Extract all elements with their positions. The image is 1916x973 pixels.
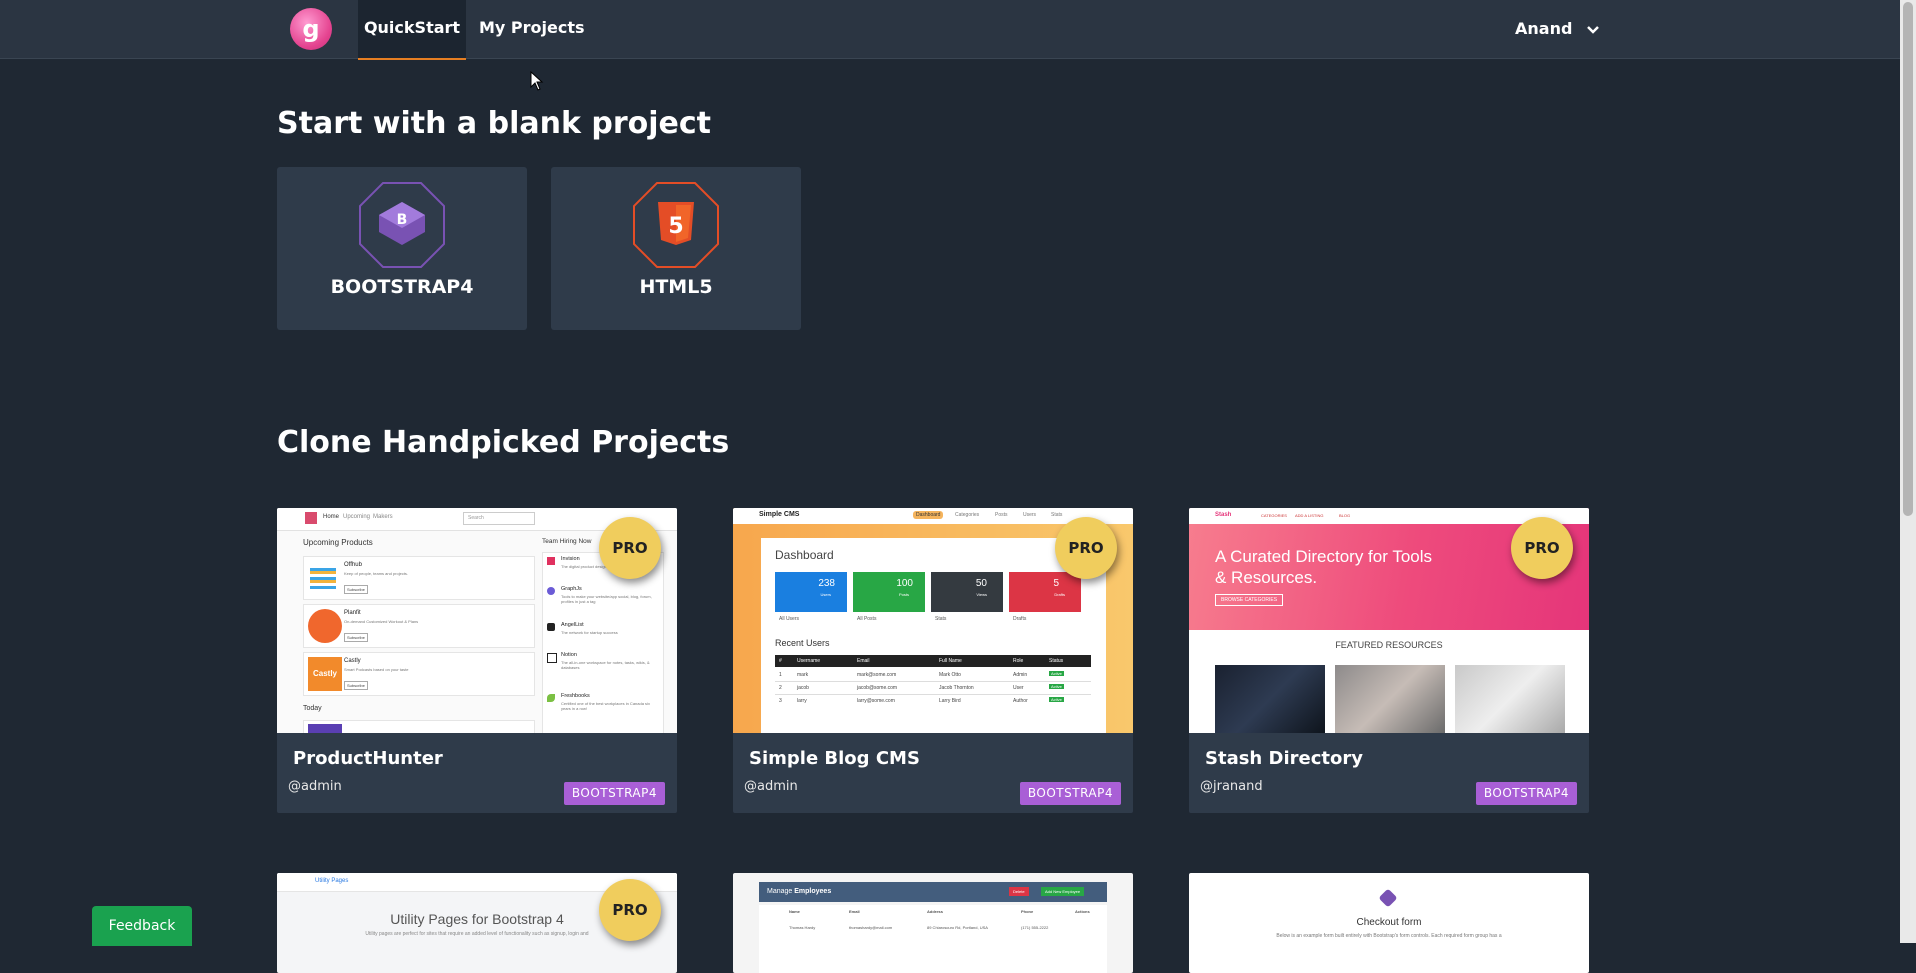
ph-heading: Upcoming Products — [303, 538, 373, 547]
ph-side-heading: Team Hiring Now — [542, 538, 592, 545]
framework-tag[interactable]: BOOTSTRAP4 — [1019, 782, 1121, 805]
pro-badge: PRO — [1055, 517, 1117, 579]
ph-item: Offhub Keep of people, teams and project… — [303, 556, 535, 600]
project-card-stash-directory[interactable]: Stash CATEGORIES ADD A LISTING BLOG A Cu… — [1189, 508, 1589, 813]
starter-bootstrap4[interactable]: B BOOTSTRAP4 — [277, 167, 527, 330]
svg-text:B: B — [397, 212, 408, 228]
pro-badge: PRO — [1511, 517, 1573, 579]
blank-project-heading: Start with a blank project — [277, 106, 711, 141]
stash-image — [1335, 665, 1445, 733]
bootstrap-icon: B — [359, 182, 445, 268]
starter-label: HTML5 — [639, 276, 713, 298]
ph-item-logo — [308, 609, 342, 643]
project-title: Stash Directory — [1205, 748, 1363, 769]
pro-badge: PRO — [599, 879, 661, 941]
stash-featured: FEATURED RESOURCES — [1335, 640, 1443, 650]
user-menu[interactable]: Anand — [1515, 0, 1600, 58]
ph-item: Planfit On-demand Customized Workout & P… — [303, 604, 535, 648]
ph-item: Castly Castly Smart Podcasts based on yo… — [303, 652, 535, 696]
user-name: Anand — [1515, 19, 1573, 38]
stash-image — [1215, 665, 1325, 733]
nav-quickstart[interactable]: QuickStart — [358, 0, 466, 60]
project-title: Simple Blog CMS — [749, 748, 920, 769]
pro-badge: PRO — [599, 517, 661, 579]
ph-nav-makers: Makers — [373, 514, 393, 520]
project-author[interactable]: @jranand — [1200, 779, 1263, 794]
project-card-producthunter[interactable]: Home Upcoming Makers Search Upcoming Pro… — [277, 508, 677, 813]
employees-header: Manage Employees Delete Add New Employee — [759, 882, 1107, 902]
ph-nav-upcoming: Upcoming — [343, 514, 371, 520]
utility-desc: Utility pages are perfect for sites that… — [365, 931, 589, 937]
stash-browse-button: BROWSE CATEGORIES — [1215, 594, 1284, 606]
cms-panel: Dashboard 238 Users 100 Posts 50 Views 5… — [761, 538, 1106, 733]
checkout-title: Checkout form — [1356, 917, 1422, 928]
project-author[interactable]: @admin — [288, 779, 342, 794]
ph-item-logo — [310, 565, 336, 589]
project-card-utility-pages[interactable]: Utility Pages Utility Pages for Bootstra… — [277, 873, 677, 973]
mouse-cursor-icon — [530, 71, 544, 91]
feedback-button[interactable]: Feedback — [92, 906, 192, 946]
ph-item — [303, 720, 535, 733]
page-scrollbar[interactable] — [1900, 0, 1916, 943]
clone-projects-heading: Clone Handpicked Projects — [277, 425, 730, 460]
logo-letter: g — [302, 15, 320, 43]
ph-item-logo: Castly — [308, 657, 342, 691]
starter-label: BOOTSTRAP4 — [330, 276, 474, 298]
framework-tag[interactable]: BOOTSTRAP4 — [563, 782, 665, 805]
ph-hiring-list: Invision The digital product design plat… — [542, 552, 664, 733]
ph-search: Search — [463, 512, 535, 525]
ph-logo — [305, 512, 317, 524]
employees-table: Name Email Address Phone Actions Thomas … — [759, 905, 1107, 973]
ph-nav-home: Home — [323, 514, 340, 520]
project-title: ProductHunter — [293, 748, 443, 769]
stash-hero-title: A Curated Directory for Tools & Resource… — [1215, 547, 1432, 587]
project-card-checkout-form[interactable]: Checkout form Below is an example form b… — [1189, 873, 1589, 973]
project-card-simple-blog-cms[interactable]: Simple CMS Dashboard Categories Posts Us… — [733, 508, 1133, 813]
top-navbar: g QuickStart My Projects Anand — [0, 0, 1900, 60]
project-card-manage-employees[interactable]: Manage Employees Delete Add New Employee… — [733, 873, 1133, 973]
ph-today: Today — [303, 705, 322, 712]
svg-text:5: 5 — [668, 214, 683, 239]
scrollbar-thumb[interactable] — [1903, 2, 1913, 516]
nav-my-projects[interactable]: My Projects — [479, 0, 585, 58]
checkout-logo — [1378, 888, 1398, 908]
stash-image — [1455, 665, 1565, 733]
brand-logo[interactable]: g — [290, 8, 332, 50]
starter-html5[interactable]: 5 HTML5 — [551, 167, 801, 330]
chevron-down-icon — [1587, 25, 1599, 34]
html5-icon: 5 — [633, 182, 719, 268]
checkout-desc: Below is an example form built entirely … — [1276, 933, 1502, 939]
project-author[interactable]: @admin — [744, 779, 798, 794]
framework-tag[interactable]: BOOTSTRAP4 — [1475, 782, 1577, 805]
